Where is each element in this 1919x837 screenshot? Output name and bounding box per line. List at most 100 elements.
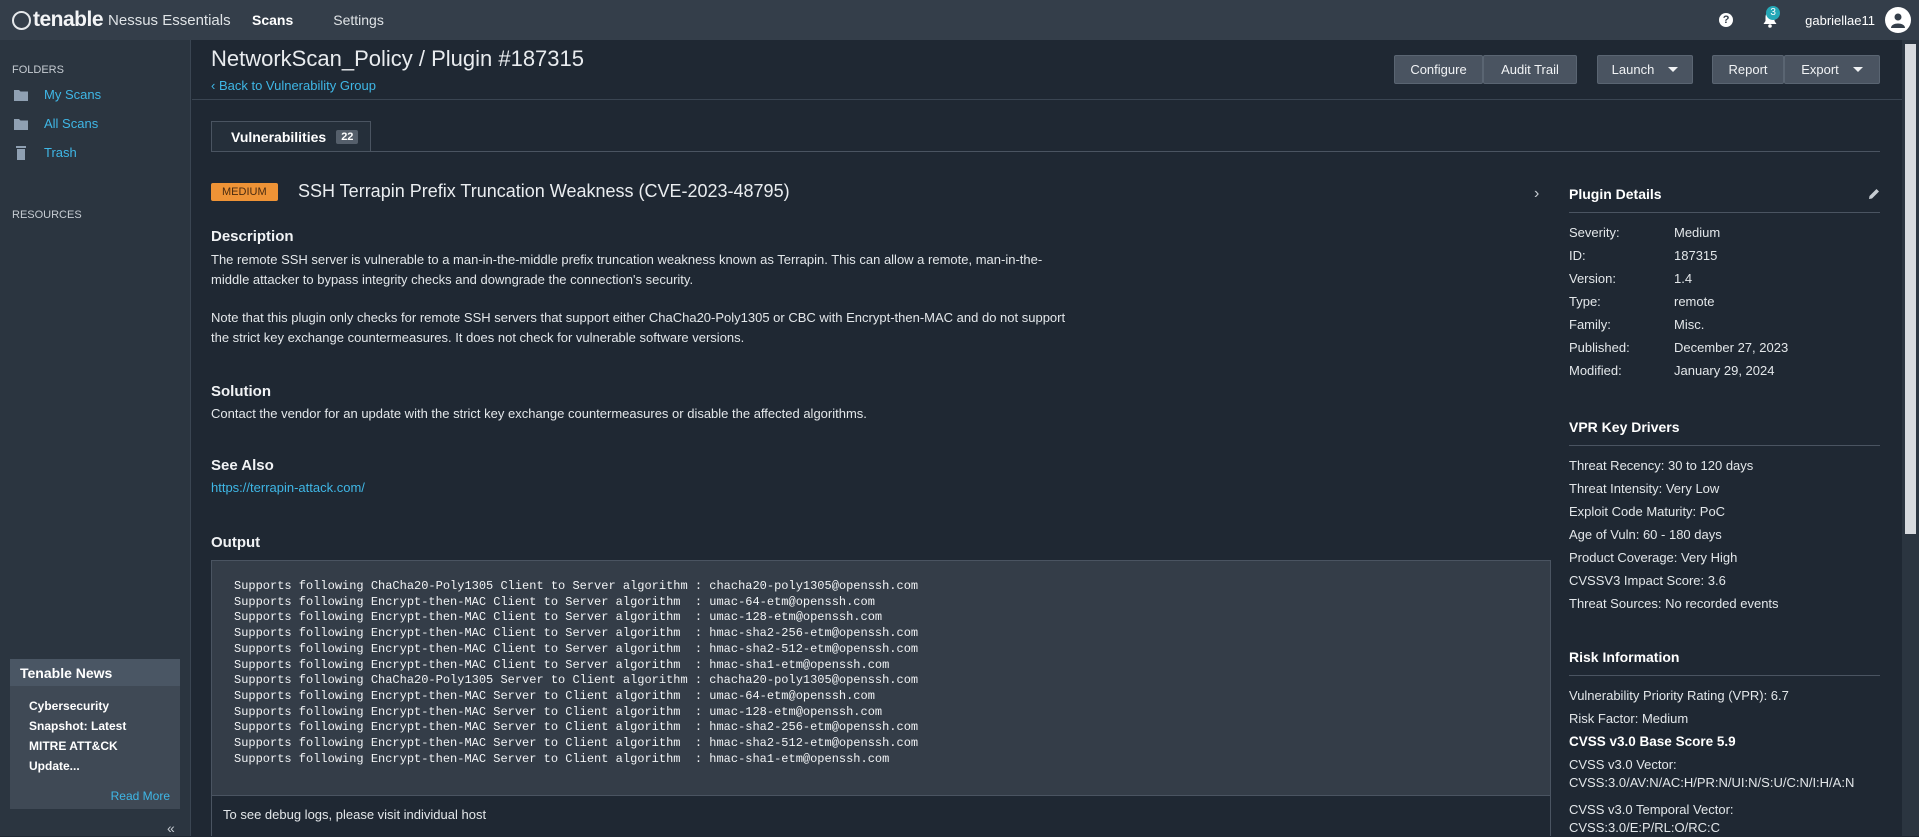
vpr-heading: VPR Key Drivers bbox=[1569, 419, 1880, 446]
nav-scans[interactable]: Scans bbox=[252, 12, 293, 28]
output-line: Supports following Encrypt-then-MAC Clie… bbox=[234, 594, 875, 609]
description-line: The remote SSH server is vulnerable to a… bbox=[211, 252, 1043, 267]
output-heading: Output bbox=[211, 534, 261, 551]
cvss-base-score: CVSS v3.0 Base Score 5.9 bbox=[1569, 734, 1736, 749]
detail-key: Version: bbox=[1569, 271, 1616, 286]
solution-heading: Solution bbox=[211, 383, 271, 400]
export-button-label: Export bbox=[1801, 62, 1839, 77]
folder-icon bbox=[14, 118, 28, 130]
vpr-key-drivers-panel: VPR Key Drivers Threat Recency: 30 to 12… bbox=[1569, 419, 1880, 615]
plugin-details-heading: Plugin Details bbox=[1569, 186, 1880, 213]
description-line: middle attacker to bypass integrity chec… bbox=[211, 272, 694, 287]
output-line: Supports following ChaCha20-Poly1305 Ser… bbox=[234, 673, 919, 688]
description-text: The remote SSH server is vulnerable to a… bbox=[211, 250, 1111, 290]
news-line[interactable]: Update... bbox=[29, 756, 180, 776]
detail-row-modified: Modified: January 29, 2024 bbox=[1569, 359, 1880, 382]
brand-name: tenable bbox=[33, 8, 104, 31]
detail-row-id: ID: 187315 bbox=[1569, 244, 1880, 267]
launch-button[interactable]: Launch bbox=[1597, 55, 1693, 84]
detail-key: Family: bbox=[1569, 317, 1611, 332]
output-line: Supports following Encrypt-then-MAC Clie… bbox=[234, 641, 919, 656]
detail-row-severity: Severity: Medium bbox=[1569, 221, 1880, 244]
detail-key: Modified: bbox=[1569, 363, 1622, 378]
detail-value: Misc. bbox=[1674, 317, 1705, 332]
output-line: Supports following Encrypt-then-MAC Clie… bbox=[234, 657, 890, 672]
read-more-link[interactable]: Read More bbox=[111, 789, 170, 803]
vpr-driver: CVSSV3 Impact Score: 3.6 bbox=[1569, 573, 1726, 588]
page-scrollbar[interactable] bbox=[1902, 40, 1919, 836]
vpr-rating: Vulnerability Priority Rating (VPR): 6.7 bbox=[1569, 688, 1789, 703]
vulnerability-title: SSH Terrapin Prefix Truncation Weakness … bbox=[298, 181, 790, 201]
page-title: NetworkScan_Policy / Plugin #187315 bbox=[211, 46, 585, 71]
tenable-news-widget: Tenable News Cybersecurity Snapshot: Lat… bbox=[10, 659, 180, 809]
tab-count-badge: 22 bbox=[336, 129, 359, 144]
caret-down-icon bbox=[1668, 67, 1679, 72]
tenable-logo[interactable]: tenable Nessus Essentials bbox=[12, 8, 252, 32]
user-avatar-icon[interactable] bbox=[1885, 7, 1911, 33]
sidebar-item-all-scans[interactable]: All Scans bbox=[14, 109, 190, 138]
sidebar-item-label: All Scans bbox=[44, 116, 99, 131]
trash-icon bbox=[16, 145, 26, 160]
detail-key: ID: bbox=[1569, 248, 1586, 263]
username[interactable]: gabriellae11 bbox=[1805, 13, 1875, 28]
notifications-button[interactable]: 3 bbox=[1763, 6, 1781, 30]
risk-heading: Risk Information bbox=[1569, 649, 1880, 676]
detail-row-type: Type: remote bbox=[1569, 290, 1880, 313]
news-title: Tenable News bbox=[10, 659, 180, 686]
output-line: Supports following Encrypt-then-MAC Serv… bbox=[234, 751, 890, 766]
edit-pencil-icon[interactable] bbox=[1868, 188, 1880, 200]
severity-badge: MEDIUM bbox=[211, 183, 278, 201]
description-note: Note that this plugin only checks for re… bbox=[211, 308, 1111, 348]
detail-row-family: Family: Misc. bbox=[1569, 313, 1880, 336]
detail-value: 1.4 bbox=[1674, 271, 1693, 286]
sidebar-item-trash[interactable]: Trash bbox=[14, 138, 190, 167]
configure-button[interactable]: Configure bbox=[1394, 55, 1483, 84]
news-line[interactable]: MITRE ATT&CK bbox=[29, 736, 180, 756]
scrollbar-thumb[interactable] bbox=[1905, 44, 1916, 534]
output-line: Supports following Encrypt-then-MAC Serv… bbox=[234, 736, 919, 751]
vpr-driver: Threat Intensity: Very Low bbox=[1569, 481, 1720, 496]
help-icon[interactable]: ? bbox=[1719, 13, 1734, 27]
description-line: the strict key exchange countermeasures.… bbox=[211, 330, 745, 345]
header-divider bbox=[192, 99, 1902, 100]
output-line: Supports following Encrypt-then-MAC Serv… bbox=[234, 688, 875, 703]
see-also-link[interactable]: https://terrapin-attack.com/ bbox=[211, 480, 365, 495]
cvss-temporal-vector: CVSS:3.0/E:P/RL:O/RC:C bbox=[1569, 820, 1720, 835]
resources-heading: RESOURCES bbox=[12, 209, 82, 221]
audit-trail-button[interactable]: Audit Trail bbox=[1483, 55, 1577, 84]
top-bar: tenable Nessus Essentials Scans Settings… bbox=[0, 0, 1919, 40]
detail-value: December 27, 2023 bbox=[1674, 340, 1789, 355]
vpr-driver: Threat Sources: No recorded events bbox=[1569, 596, 1779, 611]
product-name: Nessus Essentials bbox=[108, 11, 231, 29]
plugin-output: Supports following ChaCha20-Poly1305 Cli… bbox=[211, 560, 1551, 796]
cvss-temporal-label: CVSS v3.0 Temporal Vector: bbox=[1569, 802, 1734, 817]
plugin-details-title: Plugin Details bbox=[1569, 186, 1662, 202]
news-line[interactable]: Cybersecurity bbox=[29, 696, 180, 716]
back-link[interactable]: ‹ Back to Vulnerability Group bbox=[211, 78, 376, 93]
detail-key: Type: bbox=[1569, 294, 1601, 309]
output-line: Supports following Encrypt-then-MAC Clie… bbox=[234, 626, 919, 641]
sidebar-item-my-scans[interactable]: My Scans bbox=[14, 80, 190, 109]
detail-value: January 29, 2024 bbox=[1674, 363, 1775, 378]
report-button[interactable]: Report bbox=[1712, 55, 1784, 84]
tab-divider bbox=[211, 151, 1880, 152]
detail-row-published: Published: December 27, 2023 bbox=[1569, 336, 1880, 359]
tab-vulnerabilities[interactable]: Vulnerabilities 22 bbox=[211, 121, 372, 151]
news-line[interactable]: Snapshot: Latest bbox=[29, 716, 180, 736]
caret-down-icon bbox=[1852, 67, 1863, 72]
chevron-left-icon: ‹ bbox=[211, 78, 219, 93]
top-nav: Scans Settings bbox=[252, 12, 424, 28]
tenable-logo-mark-icon bbox=[12, 10, 31, 30]
solution-text: Contact the vendor for an update with th… bbox=[211, 406, 867, 421]
nav-settings[interactable]: Settings bbox=[333, 12, 384, 28]
output-line: Supports following ChaCha20-Poly1305 Cli… bbox=[234, 579, 919, 593]
collapse-sidebar-icon[interactable]: « bbox=[167, 820, 175, 836]
output-footer: To see debug logs, please visit individu… bbox=[211, 796, 1551, 836]
description-line: Note that this plugin only checks for re… bbox=[211, 310, 1066, 325]
vpr-driver: Threat Recency: 30 to 120 days bbox=[1569, 458, 1754, 473]
chevron-right-icon[interactable]: › bbox=[1534, 185, 1539, 203]
export-button[interactable]: Export bbox=[1784, 55, 1880, 84]
detail-key: Severity: bbox=[1569, 225, 1620, 240]
sidebar: FOLDERS My Scans All Scans Trash RESOURC… bbox=[0, 40, 191, 836]
cvss-vector: CVSS:3.0/AV:N/AC:H/PR:N/UI:N/S:U/C:N/I:H… bbox=[1569, 775, 1855, 790]
